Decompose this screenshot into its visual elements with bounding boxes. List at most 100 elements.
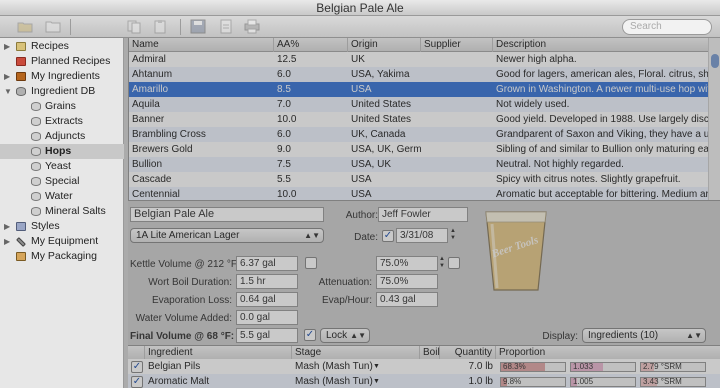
vertical-scrollbar[interactable] [708, 38, 720, 200]
table-row[interactable]: Aquila 7.0 United States Not widely used… [129, 97, 709, 112]
cell-supplier [421, 142, 493, 157]
calendar-icon [16, 57, 26, 66]
disclosure-arrow[interactable]: ▶ [4, 69, 12, 84]
date-checkbox[interactable]: ✓ [382, 230, 394, 242]
water-volume-field[interactable]: 0.0 gal [236, 310, 298, 325]
database-icon [31, 177, 41, 186]
final-volume-checkbox[interactable]: ✓ [304, 329, 316, 341]
sidebar-item-my-equipment[interactable]: ▶ My Equipment [0, 234, 124, 249]
sidebar-item-mineral-salts[interactable]: Mineral Salts [0, 204, 124, 219]
table-row[interactable]: Bullion 7.5 USA, UK Neutral. Not highly … [129, 157, 709, 172]
table-row-selected[interactable]: Amarillo 8.5 USA Grown in Washington. A … [129, 82, 709, 97]
style-popup[interactable]: 1A Lite American Lager ▲▼ [130, 228, 324, 243]
sidebar-item-label: Yeast [45, 160, 71, 172]
cell-aa: 7.5 [277, 159, 291, 170]
kettle-volume-field[interactable]: 6.37 gal [236, 256, 298, 271]
column-header-stage[interactable]: Stage [292, 346, 420, 359]
table-row[interactable]: Banner 10.0 United States Good yield. De… [129, 112, 709, 127]
print-icon[interactable] [244, 19, 260, 34]
scrollbar-thumb[interactable] [711, 54, 719, 68]
lock-popup[interactable]: Lock ▲▼ [320, 328, 370, 343]
display-popup[interactable]: Ingredients (10) ▲▼ [582, 328, 706, 343]
ingredient-quantity[interactable]: 1.0 lb [440, 374, 496, 388]
save-icon[interactable] [190, 19, 206, 34]
sidebar-item-grains[interactable]: Grains [0, 99, 124, 114]
table-row[interactable]: Brambling Cross 6.0 UK, Canada Grandpare… [129, 127, 709, 142]
gravity-bar: 1.005 [570, 377, 636, 387]
ingredient-row[interactable]: ✓ Aromatic Malt Mash (Mash Tun) ▼ 1.0 lb… [128, 374, 720, 388]
table-row[interactable]: Ahtanum 6.0 USA, Yakima Good for lagers,… [129, 67, 709, 82]
cell-name: Brambling Cross [132, 129, 206, 140]
sidebar-item-styles[interactable]: ▶ Styles [0, 219, 124, 234]
column-header-aa[interactable]: AA% [274, 38, 348, 52]
cell-aa: 10.0 [277, 114, 297, 125]
disclosure-arrow[interactable]: ▶ [4, 234, 12, 249]
ingredient-checkbox[interactable]: ✓ [131, 376, 143, 388]
sidebar-item-my-packaging[interactable]: My Packaging [0, 249, 124, 264]
chevron-down-icon[interactable]: ▼ [370, 359, 380, 374]
attenuation-field[interactable]: 75.0% [376, 274, 438, 289]
cell-description: Sibling of and similar to Bullion only m… [496, 144, 709, 155]
sidebar-item-yeast[interactable]: Yeast [0, 159, 124, 174]
table-row[interactable]: Admiral 12.5 UK Newer high alpha. [129, 52, 709, 67]
ingredient-quantity[interactable]: 7.0 lb [440, 359, 496, 374]
author-field[interactable]: Jeff Fowler [378, 207, 468, 222]
sidebar-item-recipes[interactable]: ▶ Recipes [0, 39, 124, 54]
evaporation-loss-field[interactable]: 0.64 gal [236, 292, 298, 307]
column-header-supplier[interactable]: Supplier [421, 38, 493, 52]
copy-icon[interactable] [126, 19, 142, 34]
paste-icon[interactable] [152, 19, 168, 34]
table-header: Name AA% Origin Supplier Description [129, 38, 709, 52]
column-header-origin[interactable]: Origin [348, 38, 421, 52]
column-header-description[interactable]: Description [493, 38, 709, 52]
column-header-ingredient[interactable]: Ingredient [145, 346, 292, 359]
sidebar-item-planned-recipes[interactable]: Planned Recipes [0, 54, 124, 69]
sidebar-item-ingredient-db[interactable]: ▼ Ingredient DB [0, 84, 124, 99]
folder-icon[interactable] [17, 19, 33, 34]
kettle-percent-checkbox[interactable] [448, 257, 460, 269]
sidebar-item-my-ingredients[interactable]: ▶ My Ingredients [0, 69, 124, 84]
sidebar-item-adjuncts[interactable]: Adjuncts [0, 129, 124, 144]
kettle-percent-field[interactable]: 75.0% [376, 256, 438, 271]
kettle-percent-stepper[interactable]: ▲ ▼ [438, 256, 446, 271]
hops-table: Name AA% Origin Supplier Description Adm… [128, 38, 720, 200]
sidebar-item-water[interactable]: Water [0, 189, 124, 204]
column-header-name[interactable]: Name [129, 38, 274, 52]
chevron-updown-icon: ▲▼ [304, 231, 320, 240]
chevron-updown-icon: ▲▼ [350, 331, 366, 340]
ingredient-stage[interactable]: Mash (Mash Tun) [292, 359, 420, 374]
ingredient-row[interactable]: ✓ Belgian Pils Mash (Mash Tun) ▼ 7.0 lb … [128, 359, 720, 374]
kettle-volume-checkbox[interactable] [305, 257, 317, 269]
ingredient-stage[interactable]: Mash (Mash Tun) [292, 374, 420, 388]
ingredient-checkbox[interactable]: ✓ [131, 361, 143, 373]
column-header-proportion[interactable]: Proportion [496, 346, 720, 359]
wrench-icon [16, 237, 26, 247]
date-stepper[interactable]: ▲ ▼ [449, 228, 457, 243]
table-row[interactable]: Cascade 5.5 USA Spicy with citrus notes.… [129, 172, 709, 187]
table-row[interactable]: Brewers Gold 9.0 USA, UK, Germany Siblin… [129, 142, 709, 157]
recipe-name-field[interactable]: Belgian Pale Ale [130, 207, 324, 222]
disclosure-arrow[interactable]: ▶ [4, 219, 12, 234]
boil-duration-field[interactable]: 1.5 hr [236, 274, 298, 289]
disclosure-arrow[interactable]: ▶ [4, 39, 12, 54]
column-header-quantity[interactable]: Quantity [440, 346, 496, 359]
sidebar-item-special[interactable]: Special [0, 174, 124, 189]
evap-hour-field[interactable]: 0.43 gal [376, 292, 438, 307]
final-volume-field[interactable]: 5.5 gal [236, 328, 298, 343]
database-icon [31, 117, 41, 126]
style-popup-value: 1A Lite American Lager [136, 230, 240, 241]
disclosure-arrow[interactable]: ▼ [4, 84, 12, 99]
search-input[interactable]: Search [622, 19, 712, 35]
sidebar-item-hops[interactable]: Hops [0, 144, 124, 159]
column-header-boil[interactable]: Boil [420, 346, 440, 359]
export-icon[interactable] [218, 19, 234, 34]
cell-supplier [421, 127, 493, 142]
table-row[interactable]: Centennial 10.0 USA Aromatic but accepta… [129, 187, 709, 200]
date-field[interactable]: 3/31/08 [396, 228, 448, 243]
gravity-value: 1.033 [573, 362, 594, 371]
sidebar-item-extracts[interactable]: Extracts [0, 114, 124, 129]
open-folder-icon[interactable] [45, 19, 61, 34]
evaporation-loss-label: Evaporation Loss: [151, 295, 232, 306]
chevron-down-icon[interactable]: ▼ [370, 374, 380, 388]
column-header-check[interactable] [128, 346, 145, 359]
